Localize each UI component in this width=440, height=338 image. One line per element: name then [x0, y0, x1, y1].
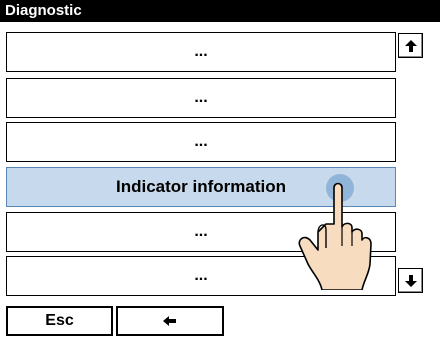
menu-item-1[interactable]: ... — [6, 32, 396, 72]
back-button[interactable] — [116, 306, 224, 336]
scroll-down-button[interactable] — [398, 268, 423, 293]
arrow-down-icon — [404, 274, 417, 287]
esc-button-label: Esc — [45, 312, 74, 329]
menu-item-label: ... — [194, 133, 208, 150]
menu-frame: ... ... ... Indicator information ... ..… — [0, 22, 440, 338]
scroll-up-button[interactable] — [398, 33, 423, 58]
menu-item-5[interactable]: ... — [6, 212, 396, 252]
arrow-up-icon — [404, 39, 417, 52]
menu-item-label: ... — [194, 267, 208, 284]
menu-item-label: ... — [194, 43, 208, 60]
menu-item-label: Indicator information — [116, 177, 286, 196]
menu-item-label: ... — [194, 223, 208, 240]
menu-item-2[interactable]: ... — [6, 78, 396, 118]
menu-item-3[interactable]: ... — [6, 122, 396, 162]
esc-button[interactable]: Esc — [6, 306, 113, 336]
menu-item-indicator-information[interactable]: Indicator information — [6, 167, 396, 207]
arrow-left-icon — [163, 316, 176, 326]
menu-item-6[interactable]: ... — [6, 256, 396, 296]
menu-item-label: ... — [194, 89, 208, 106]
window-title: Diagnostic — [0, 0, 440, 22]
